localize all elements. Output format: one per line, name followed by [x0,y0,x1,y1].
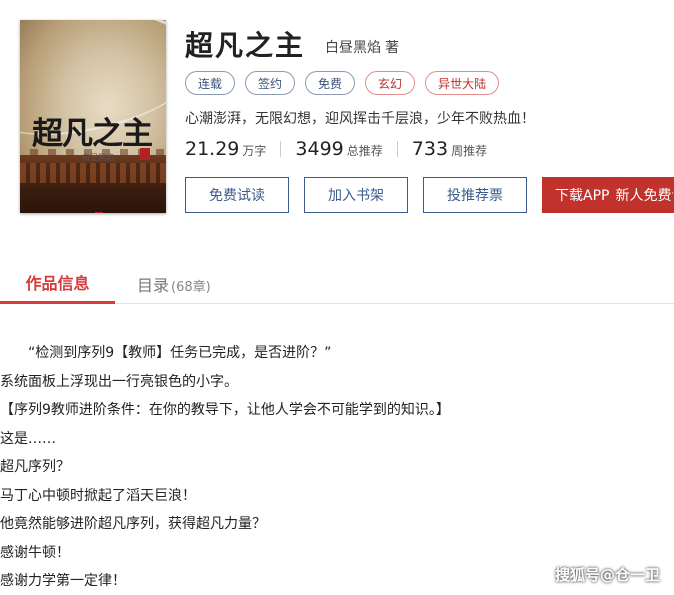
stat-value: 21.29 [185,138,240,160]
watermark: 搜狐号@仓一卫 [554,566,660,584]
author-name[interactable]: 白昼黑焰 [325,40,381,56]
author-role: 著 [385,40,399,56]
tag-list: 连载 签约 免费 玄幻 异世大陆 [185,71,500,95]
cover-seal-icon [95,212,103,213]
tag-signed[interactable]: 签约 [245,71,296,95]
paragraph: 超凡序列？ [0,459,70,475]
download-app-label: 下载APP [555,188,610,204]
book-cover[interactable]: 超凡之主 白昼黑焰 [20,20,166,213]
book-title: 超凡之主 [185,29,306,62]
paragraph: 他竟然能够进阶超凡序列，获得超凡力量？ [0,516,266,532]
book-detail-page: 超凡之主 白昼黑焰 超凡之主 白昼黑焰著 连载 签约 免费 玄幻 异世大陆 心潮… [0,0,674,595]
book-author[interactable]: 白昼黑焰著 [325,37,399,57]
stat-value: 3499 [295,138,344,160]
cover-seal-icon [140,148,150,160]
tab-book-info[interactable]: 作品信息 [0,270,115,304]
tag-other-world[interactable]: 异世大陆 [425,71,500,95]
cover-pattern [20,163,166,183]
tag-free[interactable]: 免费 [305,71,356,95]
cover-title: 超凡之主 [32,116,153,152]
tag-serializing[interactable]: 连载 [185,71,236,95]
stat-divider [396,141,398,157]
chapter-content: “检测到序列9【教师】任务已完成，是否进阶？” 系统面板上浮现出一行亮银色的小字… [0,343,674,595]
paragraph: 马丁心中顿时掀起了滔天巨浪！ [0,487,196,504]
stat-unit: 万字 [242,144,267,158]
book-stats: 21.29 万字 3499 总推荐 733 周推荐 [185,138,487,160]
cover-base [20,155,166,213]
stat-divider [280,141,282,157]
download-app-button[interactable]: 下载APP 新人免费读 [542,177,674,213]
tab-toc-label: 目录 [137,276,170,295]
stat-unit: 总推荐 [346,144,383,158]
tab-table-of-contents[interactable]: 目录 (68章) [137,272,211,296]
stat-value: 733 [411,138,449,160]
tab-bar: 作品信息 目录 (68章) [0,262,674,304]
book-description: 心潮澎湃，无限幻想，迎风挥击千层浪，少年不败热血！ [185,111,535,127]
stat-word-count: 21.29 万字 [185,138,266,160]
paragraph: “检测到序列9【教师】任务已完成，是否进阶？” [28,345,332,361]
paragraph: 【序列9教师进阶条件：在你的教导下，让他人学会不可能学到的知识。】 [0,402,450,418]
stat-unit: 周推荐 [451,144,488,158]
tab-toc-count: (68章) [171,280,211,295]
free-read-button[interactable]: 免费试读 [185,177,289,213]
download-app-sub-label: 新人免费读 [615,188,673,204]
vote-recommend-button[interactable]: 投推荐票 [423,177,527,213]
stat-total-recommend: 3499 总推荐 [295,138,382,160]
paragraph: 这是…… [0,430,56,447]
cover-author: 白昼黑焰 [82,153,114,162]
paragraph: 系统面板上浮现出一行亮银色的小字。 [0,373,238,390]
tag-fantasy[interactable]: 玄幻 [365,71,416,95]
stat-weekly-recommend: 733 周推荐 [412,138,487,160]
add-to-shelf-button[interactable]: 加入书架 [304,177,408,213]
